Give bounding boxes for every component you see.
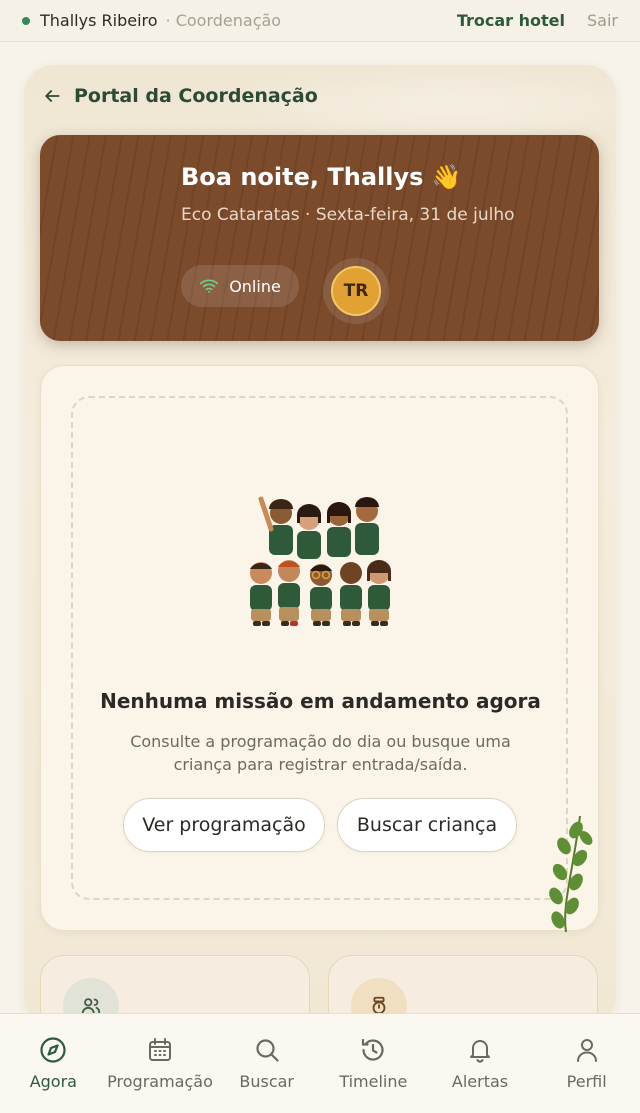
back-label: Portal da Coordenação <box>74 85 318 107</box>
arrow-left-icon <box>45 90 60 102</box>
user-role: · Coordenação <box>165 11 282 30</box>
user-icon <box>576 1039 597 1062</box>
back-button[interactable]: Portal da Coordenação <box>42 85 318 107</box>
calendar-icon <box>149 1038 171 1061</box>
top-bar: Thallys Ribeiro · Coordenação Trocar hot… <box>0 0 640 42</box>
nav-item-agora[interactable]: Agora <box>0 1014 107 1113</box>
online-status-label: Online <box>229 276 281 296</box>
logout-link[interactable]: Sair <box>587 11 618 30</box>
nav-item-alertas[interactable]: Alertas <box>427 1014 534 1113</box>
empty-state-title: Nenhuma missão em andamento agora <box>100 689 541 713</box>
switch-hotel-link[interactable]: Trocar hotel <box>457 11 565 30</box>
nav-item-perfil[interactable]: Perfil <box>533 1014 640 1113</box>
online-status-dot <box>22 16 30 25</box>
nav-label: Programação <box>107 1072 213 1091</box>
compass-icon <box>40 1037 66 1063</box>
avatar: TR <box>331 266 381 316</box>
history-icon <box>362 1038 384 1061</box>
bottom-navigation: Agora Programação Buscar Timeline Alerta… <box>0 1013 640 1113</box>
greeting-title: Boa noite, Thallys 👋 <box>181 163 462 191</box>
search-icon <box>256 1039 279 1062</box>
kids-group-illustration <box>250 496 391 626</box>
avatar-initials: TR <box>343 281 369 301</box>
wifi-icon <box>200 279 219 293</box>
greeting-subtitle: Eco Cataratas · Sexta-feira, 31 de julho <box>181 205 515 225</box>
nav-item-buscar[interactable]: Buscar <box>213 1014 320 1113</box>
avatar-button[interactable]: TR <box>323 258 389 324</box>
vine-leaves-decoration <box>549 816 593 932</box>
empty-state-description: Consulte a programação do dia ou busque … <box>130 732 511 774</box>
nav-item-timeline[interactable]: Timeline <box>320 1014 427 1113</box>
nav-item-programacao[interactable]: Programação <box>107 1014 214 1113</box>
coordination-panel: Portal da Coordenação Boa noite, Thallys… <box>24 65 616 1025</box>
user-name: Thallys Ribeiro <box>40 11 158 30</box>
greeting-card: Boa noite, Thallys 👋 Eco Cataratas · Sex… <box>40 135 599 341</box>
nav-label: Timeline <box>339 1072 408 1091</box>
nav-label: Agora <box>29 1072 77 1091</box>
view-schedule-button[interactable]: Ver programação <box>123 798 325 852</box>
empty-mission-card: Nenhuma missão em andamento agora Consul… <box>40 365 599 932</box>
online-status-badge: Online <box>181 265 299 307</box>
nav-label: Perfil <box>566 1072 607 1091</box>
search-child-button[interactable]: Buscar criança <box>337 798 517 852</box>
bell-icon <box>470 1040 491 1063</box>
nav-label: Alertas <box>451 1072 509 1091</box>
nav-label: Buscar <box>239 1072 294 1091</box>
